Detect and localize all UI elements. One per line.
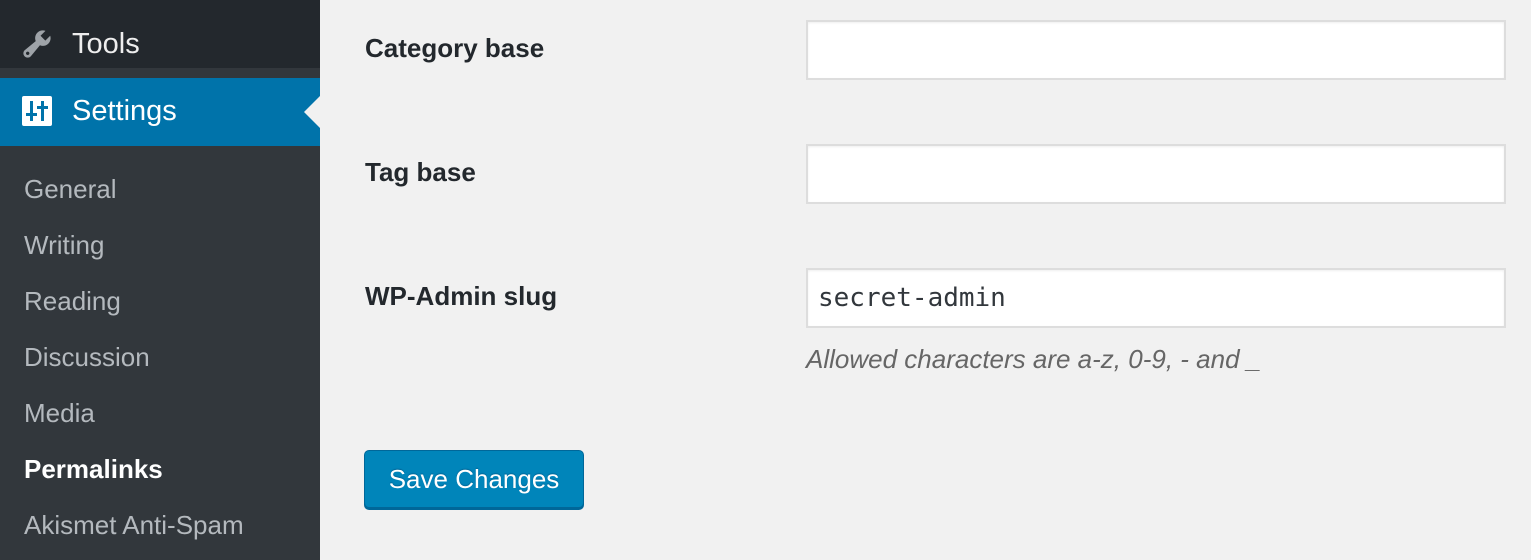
wp-admin-slug-label: WP-Admin slug xyxy=(365,281,558,311)
menu-item-tools[interactable]: Tools xyxy=(0,0,320,68)
submenu-item-akismet[interactable]: Akismet Anti-Spam xyxy=(24,510,244,541)
admin-sidebar: Tools Settings General Writing Reading D… xyxy=(0,0,320,560)
submenu-item-writing[interactable]: Writing xyxy=(24,230,104,261)
submenu-item-general[interactable]: General xyxy=(24,174,117,205)
settings-submenu: General Writing Reading Discussion Media… xyxy=(0,146,320,560)
submenu-item-permalinks[interactable]: Permalinks xyxy=(24,454,163,485)
wrench-icon xyxy=(23,30,51,58)
tag-base-label: Tag base xyxy=(365,157,476,187)
tag-base-input[interactable] xyxy=(806,144,1506,204)
category-base-label: Category base xyxy=(365,33,545,63)
menu-item-settings-label: Settings xyxy=(72,95,177,127)
category-base-input[interactable] xyxy=(806,20,1506,80)
current-menu-arrow xyxy=(304,96,320,128)
menu-item-settings[interactable]: Settings xyxy=(0,78,320,146)
submenu-item-reading[interactable]: Reading xyxy=(24,286,121,317)
wp-admin-slug-input[interactable] xyxy=(806,268,1506,328)
settings-sliders-icon xyxy=(22,96,52,126)
save-changes-button[interactable]: Save Changes xyxy=(364,450,584,508)
submenu-item-media[interactable]: Media xyxy=(24,398,95,429)
menu-item-tools-label: Tools xyxy=(72,28,140,60)
wp-admin-slug-hint: Allowed characters are a-z, 0-9, - and _ xyxy=(806,344,1262,374)
submenu-item-discussion[interactable]: Discussion xyxy=(24,342,150,373)
